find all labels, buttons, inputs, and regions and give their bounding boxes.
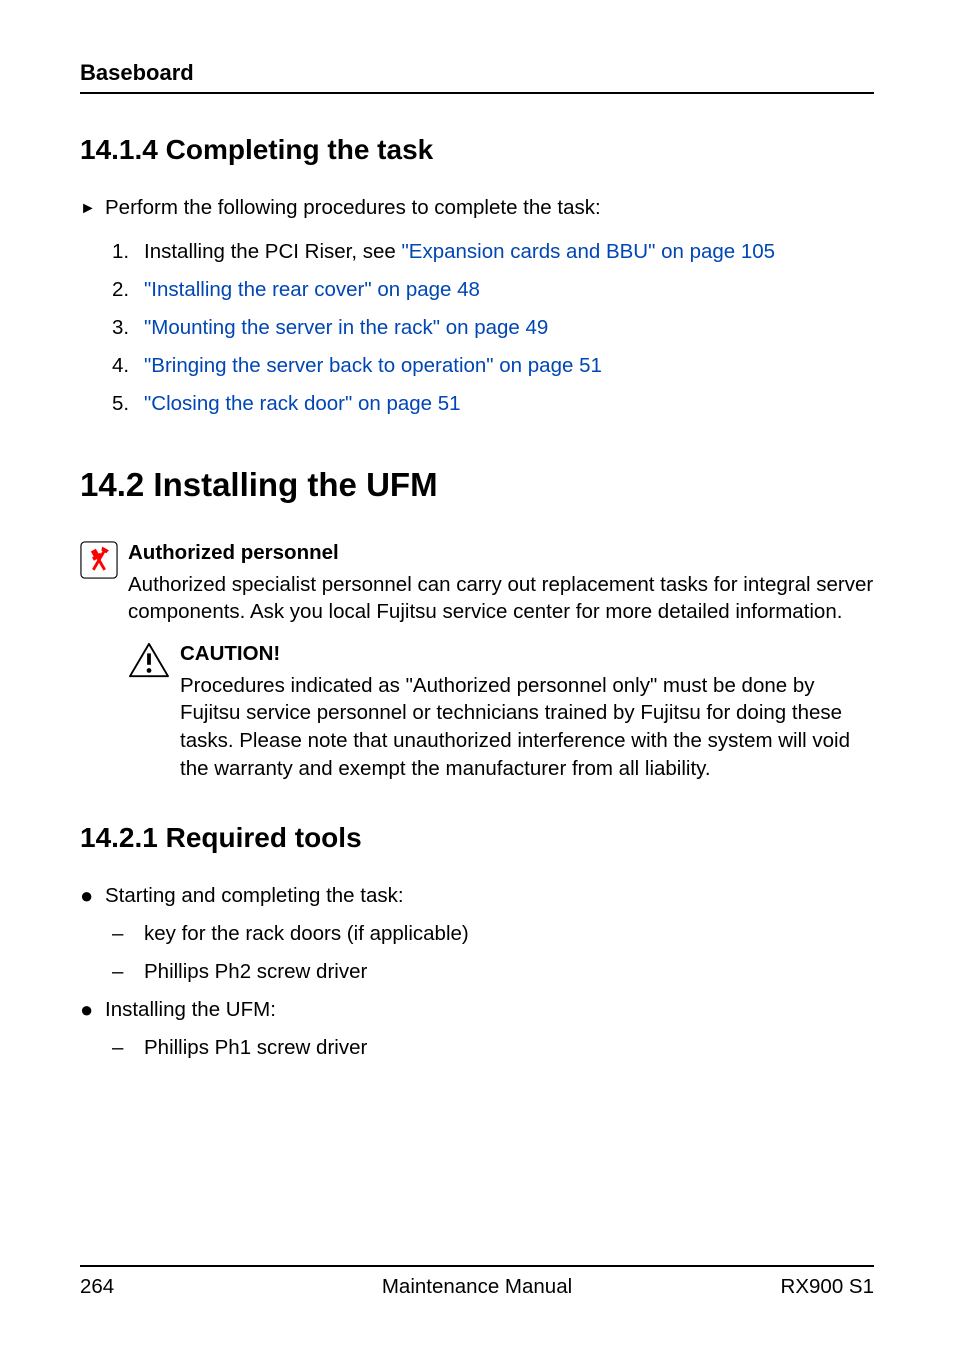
heading-14-2: 14.2 Installing the UFM [80,466,874,504]
instruction-step: ► Perform the following procedures to co… [80,196,874,222]
note-block: Authorized personnel Authorized speciali… [80,539,874,626]
caution-content: CAUTION! Procedures indicated as "Author… [180,640,874,782]
footer-doc-title: Maintenance Manual [382,1275,572,1299]
list-item: – key for the rack doors (if applicable) [112,922,874,946]
caution-body: Procedures indicated as "Authorized pers… [180,672,874,783]
dash-icon: – [112,922,144,946]
list-text: key for the rack doors (if applicable) [144,922,469,946]
list-number: 1. [112,240,144,264]
list-text: Phillips Ph2 screw driver [144,960,367,984]
numbered-procedure-list: 1. Installing the PCI Riser, see "Expans… [112,240,874,416]
list-item: 5. "Closing the rack door" on page 51 [112,392,874,416]
list-item: 1. Installing the PCI Riser, see "Expans… [112,240,874,264]
bullet-text: Installing the UFM: [105,998,276,1022]
dash-icon: – [112,960,144,984]
note-title: Authorized personnel [128,539,874,567]
list-item: 3. "Mounting the server in the rack" on … [112,316,874,340]
list-item: 2. "Installing the rear cover" on page 4… [112,278,874,302]
header-chapter-title: Baseboard [80,60,874,86]
bullet-icon: ● [80,998,105,1022]
list-item: – Phillips Ph1 screw driver [112,1036,874,1060]
tools-icon [80,541,118,579]
bullet-item: ● Installing the UFM: [80,998,874,1022]
page-footer: 264 Maintenance Manual RX900 S1 [80,1265,874,1299]
arrow-icon: ► [80,196,105,222]
cross-reference-link[interactable]: "Closing the rack door" on page 51 [144,392,461,416]
note-body: Authorized specialist personnel can carr… [128,571,874,626]
heading-14-2-1: 14.2.1 Required tools [80,822,874,854]
caution-title: CAUTION! [180,640,874,668]
dash-list: – Phillips Ph1 screw driver [112,1036,874,1060]
bullet-icon: ● [80,884,105,908]
list-number: 4. [112,354,144,378]
footer-model: RX900 S1 [781,1275,874,1299]
footer-rule [80,1265,874,1267]
dash-list: – key for the rack doors (if applicable)… [112,922,874,984]
list-item: 4. "Bringing the server back to operatio… [112,354,874,378]
list-text-prefix: Installing the PCI Riser, see [144,240,402,263]
note-content: Authorized personnel Authorized speciali… [128,539,874,626]
footer-row: 264 Maintenance Manual RX900 S1 [80,1275,874,1299]
cross-reference-link[interactable]: "Expansion cards and BBU" on page 105 [402,240,776,263]
bullet-item: ● Starting and completing the task: [80,884,874,908]
cross-reference-link[interactable]: "Bringing the server back to operation" … [144,354,602,378]
dash-icon: – [112,1036,144,1060]
list-text: Phillips Ph1 screw driver [144,1036,367,1060]
instruction-text: Perform the following procedures to comp… [105,196,601,220]
caution-icon [128,642,170,680]
heading-14-1-4: 14.1.4 Completing the task [80,134,874,166]
list-number: 2. [112,278,144,302]
cross-reference-link[interactable]: "Mounting the server in the rack" on pag… [144,316,548,340]
footer-page-number: 264 [80,1275,114,1299]
list-number: 5. [112,392,144,416]
cross-reference-link[interactable]: "Installing the rear cover" on page 48 [144,278,480,302]
bullet-text: Starting and completing the task: [105,884,404,908]
list-number: 3. [112,316,144,340]
page-header: Baseboard [80,60,874,94]
caution-block: CAUTION! Procedures indicated as "Author… [128,640,874,782]
list-item: – Phillips Ph2 screw driver [112,960,874,984]
header-rule [80,92,874,94]
list-text: Installing the PCI Riser, see "Expansion… [144,240,775,264]
